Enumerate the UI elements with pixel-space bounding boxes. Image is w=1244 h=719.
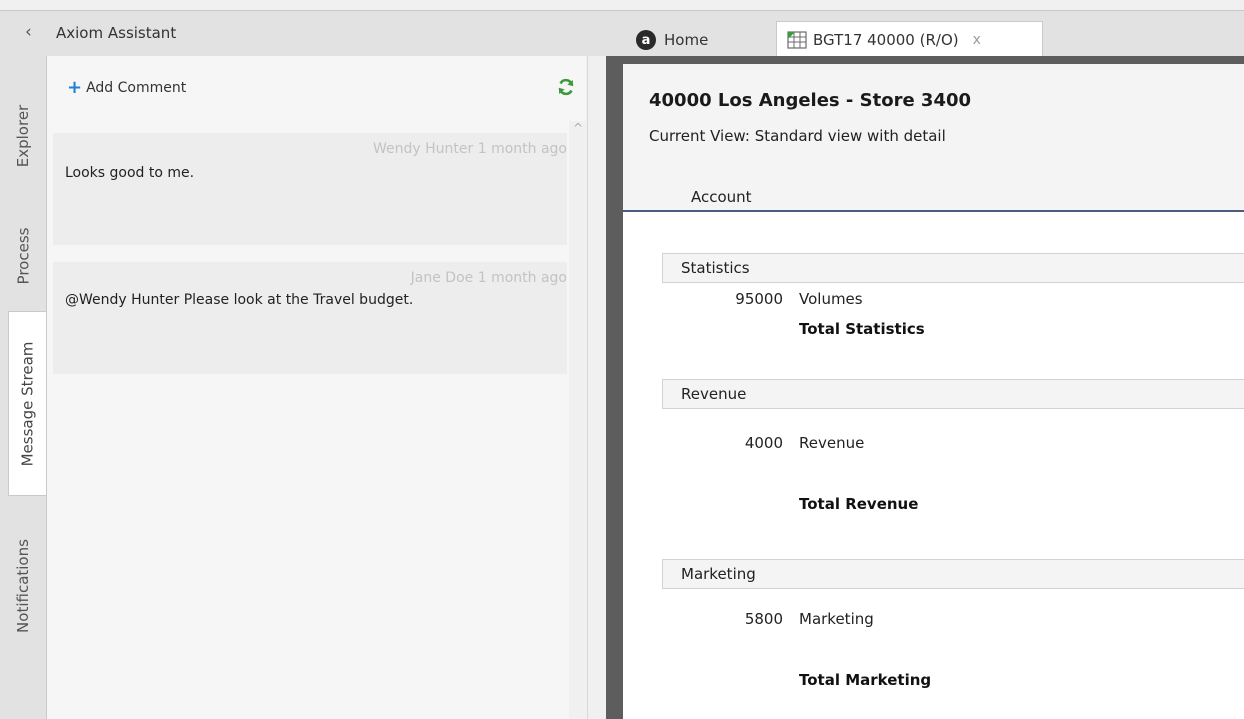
- tab-message-stream[interactable]: Message Stream: [8, 311, 46, 496]
- total-row: Total Marketing: [799, 671, 932, 689]
- current-view-label: Current View: Standard view with detail: [649, 127, 946, 145]
- message-stream-panel: + Add Comment Wendy Hunter 1 month ago L…: [46, 56, 586, 719]
- message-author-time: Jane Doe 1 month ago: [410, 270, 567, 286]
- tab-notifications[interactable]: Notifications: [6, 506, 40, 666]
- section-header-marketing: Marketing: [662, 559, 1244, 589]
- axiom-home-icon: a: [636, 30, 656, 50]
- tab-bgt17-40000[interactable]: BGT17 40000 (R/O) x: [776, 21, 1043, 57]
- section-label: Revenue: [681, 385, 747, 403]
- tab-notifications-label: Notifications: [14, 539, 33, 633]
- document-tabstrip: a Home BGT17 40000 (R/O) x: [606, 10, 1244, 58]
- refresh-icon[interactable]: [556, 77, 576, 97]
- total-row: Total Revenue: [799, 495, 919, 513]
- add-comment-button[interactable]: + Add Comment: [67, 77, 187, 98]
- assistant-title: Axiom Assistant: [56, 24, 177, 42]
- message-item: Jane Doe 1 month ago @Wendy Hunter Pleas…: [53, 262, 567, 374]
- panel-splitter[interactable]: [587, 56, 606, 719]
- section-header-revenue: Revenue: [662, 379, 1244, 409]
- message-text: @Wendy Hunter Please look at the Travel …: [65, 292, 414, 308]
- document-title: 40000 Los Angeles - Store 3400: [649, 90, 972, 111]
- account-name: Revenue: [799, 434, 865, 452]
- message-scrollbar[interactable]: ^: [569, 121, 587, 719]
- message-item: Wendy Hunter 1 month ago Looks good to m…: [53, 133, 567, 245]
- message-text: Looks good to me.: [65, 165, 195, 181]
- scroll-up-icon[interactable]: ^: [573, 121, 583, 135]
- tab-home[interactable]: a Home: [636, 22, 708, 58]
- tab-message-stream-label: Message Stream: [18, 341, 37, 466]
- collapse-chevron-icon[interactable]: ‹: [25, 22, 32, 42]
- plus-icon: +: [67, 77, 83, 98]
- tab-process[interactable]: Process: [6, 201, 40, 311]
- tab-home-label: Home: [664, 31, 709, 49]
- account-code: 5800: [744, 610, 783, 628]
- section-label: Statistics: [681, 259, 750, 277]
- add-comment-label: Add Comment: [86, 80, 187, 96]
- assistant-vertical-tabs: Explorer Process Message Stream Notifica…: [0, 56, 46, 719]
- assistant-header: ‹ Axiom Assistant: [0, 10, 606, 56]
- document-header: 40000 Los Angeles - Store 3400 Current V…: [623, 64, 1244, 212]
- account-code: 95000: [735, 290, 783, 308]
- tab-bgt-label: BGT17 40000 (R/O): [813, 30, 959, 49]
- tab-explorer-label: Explorer: [14, 104, 32, 168]
- section-label: Marketing: [681, 565, 756, 583]
- total-row: Total Statistics: [799, 320, 925, 338]
- message-author-time: Wendy Hunter 1 month ago: [373, 141, 567, 157]
- app-window: ‹ Axiom Assistant Explorer Process Messa…: [0, 0, 1244, 719]
- account-code: 4000: [744, 434, 783, 452]
- column-header-account: Account: [691, 188, 752, 206]
- account-name: Volumes: [799, 290, 863, 308]
- tab-explorer[interactable]: Explorer: [6, 76, 40, 196]
- document-sheet: 40000 Los Angeles - Store 3400 Current V…: [623, 64, 1244, 719]
- account-name: Marketing: [799, 610, 874, 628]
- tab-process-label: Process: [14, 227, 32, 285]
- section-header-statistics: Statistics: [662, 253, 1244, 283]
- close-icon[interactable]: x: [973, 32, 981, 48]
- spreadsheet-icon: [787, 30, 807, 49]
- document-frame: 40000 Los Angeles - Store 3400 Current V…: [606, 56, 1244, 719]
